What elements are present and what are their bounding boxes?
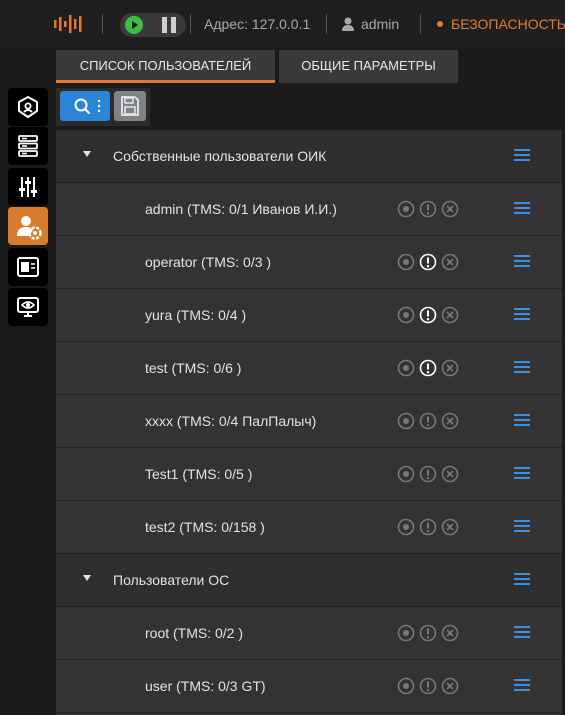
user-settings-icon: [17, 216, 42, 240]
user-row[interactable]: Test1 (TMS: 0/5 ): [56, 448, 562, 501]
sidebar-item-security[interactable]: [8, 88, 48, 126]
divider: [190, 14, 191, 34]
user-row[interactable]: test2 (TMS: 0/158 ): [56, 501, 562, 554]
warning-icon[interactable]: [419, 465, 437, 483]
user-row[interactable]: root (TMS: 0/2 ): [56, 607, 562, 660]
status-record-icon[interactable]: [397, 624, 415, 642]
user-row[interactable]: operator (TMS: 0/3 ): [56, 236, 562, 289]
sidebar-item-terminal[interactable]: [8, 248, 48, 286]
status-record-icon[interactable]: [397, 518, 415, 536]
sidebar-item-users[interactable]: [8, 207, 48, 245]
top-bar: Адрес: 127.0.0.1 admin БЕЗОПАСНОСТЬ: [0, 0, 565, 48]
warning-icon[interactable]: [419, 253, 437, 271]
server-stack-icon: [18, 135, 38, 157]
tab-general-settings[interactable]: ОБЩИЕ ПАРАМЕТРЫ: [279, 50, 458, 83]
pause-button[interactable]: [162, 17, 176, 33]
playback-control: [120, 13, 186, 37]
expand-caret-icon[interactable]: [83, 575, 91, 581]
save-button[interactable]: [114, 91, 146, 121]
user-list: Собственные пользователи ОИК admin (TMS:…: [56, 130, 562, 715]
monitor-eye-icon: [17, 297, 39, 317]
sliders-icon: [19, 177, 37, 197]
user-label: user (TMS: 0/3 GT): [145, 678, 266, 694]
status-record-icon[interactable]: [397, 412, 415, 430]
warning-icon[interactable]: [419, 412, 437, 430]
group-label: Пользователи ОС: [113, 572, 230, 588]
status-record-icon[interactable]: [397, 359, 415, 377]
hamburger-menu-icon[interactable]: [514, 255, 530, 268]
expand-caret-icon[interactable]: [83, 151, 91, 157]
play-icon: [132, 21, 138, 29]
status-record-icon[interactable]: [397, 677, 415, 695]
divider: [102, 14, 103, 34]
user-label: yura (TMS: 0/4 ): [145, 307, 247, 323]
user-label: Test1 (TMS: 0/5 ): [145, 466, 253, 482]
security-status-dot: [437, 21, 443, 27]
block-icon[interactable]: [441, 624, 459, 642]
search-icon: [74, 98, 101, 115]
user-icon: [342, 17, 354, 31]
user-row[interactable]: xxxx (TMS: 0/4 ПалПалыч): [56, 395, 562, 448]
user-row[interactable]: admin (TMS: 0/1 Иванов И.И.): [56, 183, 562, 236]
hamburger-menu-icon[interactable]: [514, 626, 530, 639]
warning-icon[interactable]: [419, 359, 437, 377]
hamburger-menu-icon[interactable]: [514, 520, 530, 533]
sidebar-item-settings[interactable]: [8, 168, 48, 206]
sidebar-item-servers[interactable]: [8, 127, 48, 165]
status-record-icon[interactable]: [397, 306, 415, 324]
terminal-box-icon: [17, 257, 39, 277]
group-row[interactable]: Собственные пользователи ОИК: [56, 130, 562, 183]
block-icon[interactable]: [441, 465, 459, 483]
user-label: test2 (TMS: 0/158 ): [145, 519, 265, 535]
block-icon[interactable]: [441, 359, 459, 377]
tab-user-list[interactable]: СПИСОК ПОЛЬЗОВАТЕЛЕЙ: [56, 50, 275, 83]
user-label: xxxx (TMS: 0/4 ПалПалыч): [145, 413, 317, 429]
block-icon[interactable]: [441, 412, 459, 430]
hamburger-menu-icon[interactable]: [514, 467, 530, 480]
warning-icon[interactable]: [419, 677, 437, 695]
app-logo-icon: [54, 15, 82, 33]
server-address: Адрес: 127.0.0.1: [204, 16, 311, 32]
warning-icon[interactable]: [419, 518, 437, 536]
divider: [326, 14, 327, 34]
hamburger-menu-icon[interactable]: [514, 414, 530, 427]
hamburger-menu-icon[interactable]: [514, 361, 530, 374]
shield-icon: [18, 95, 38, 119]
sidebar-item-monitor[interactable]: [8, 288, 48, 326]
hamburger-menu-icon[interactable]: [514, 308, 530, 321]
status-record-icon[interactable]: [397, 253, 415, 271]
block-icon[interactable]: [441, 253, 459, 271]
block-icon[interactable]: [441, 518, 459, 536]
hamburger-menu-icon[interactable]: [514, 573, 530, 586]
security-label[interactable]: БЕЗОПАСНОСТЬ: [451, 16, 565, 32]
hamburger-menu-icon[interactable]: [514, 202, 530, 215]
user-label: test (TMS: 0/6 ): [145, 360, 242, 376]
divider: [420, 14, 421, 34]
user-label: admin (TMS: 0/1 Иванов И.И.): [145, 201, 337, 217]
search-button[interactable]: [60, 91, 110, 121]
floppy-disk-icon: [121, 96, 139, 116]
play-button[interactable]: [125, 16, 143, 34]
hamburger-menu-icon[interactable]: [514, 149, 530, 162]
user-row[interactable]: user (TMS: 0/3 GT): [56, 660, 562, 713]
warning-icon[interactable]: [419, 624, 437, 642]
group-row[interactable]: Пользователи ОС: [56, 554, 562, 607]
block-icon[interactable]: [441, 306, 459, 324]
user-row[interactable]: test (TMS: 0/6 ): [56, 342, 562, 395]
user-row[interactable]: yura (TMS: 0/4 ): [56, 289, 562, 342]
hamburger-menu-icon[interactable]: [514, 679, 530, 692]
current-user[interactable]: admin: [361, 16, 399, 32]
warning-icon[interactable]: [419, 200, 437, 218]
block-icon[interactable]: [441, 677, 459, 695]
group-label: Собственные пользователи ОИК: [113, 148, 327, 164]
toolbar: [56, 88, 150, 126]
pause-icon: [162, 17, 167, 33]
status-record-icon[interactable]: [397, 465, 415, 483]
warning-icon[interactable]: [419, 306, 437, 324]
user-label: operator (TMS: 0/3 ): [145, 254, 272, 270]
block-icon[interactable]: [441, 200, 459, 218]
user-label: root (TMS: 0/2 ): [145, 625, 244, 641]
status-record-icon[interactable]: [397, 200, 415, 218]
